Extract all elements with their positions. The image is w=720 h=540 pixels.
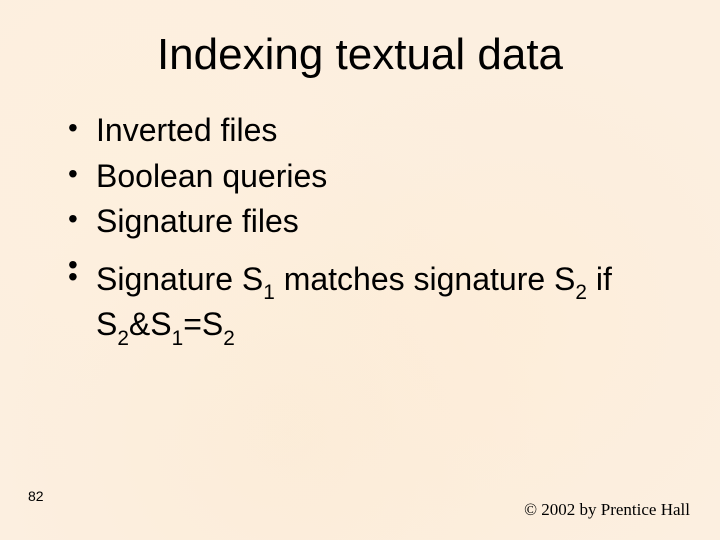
subscript: 1 <box>172 327 184 350</box>
bullet-item: Boolean queries <box>60 156 670 198</box>
subscript: 2 <box>575 281 587 304</box>
page-number: 82 <box>28 488 44 504</box>
subscript: 2 <box>117 327 129 350</box>
slide: Indexing textual data Inverted files Boo… <box>0 0 720 540</box>
text-run: Signature S <box>96 261 263 297</box>
subscript: 1 <box>263 281 275 304</box>
spacer <box>60 247 670 255</box>
bullet-item: Signature S1 matches signature S2 if S2&… <box>60 259 670 350</box>
text-run: matches signature S <box>275 261 576 297</box>
text-run: &S <box>129 306 172 342</box>
copyright: © 2002 by Prentice Hall <box>524 500 690 520</box>
subscript: 2 <box>223 327 235 350</box>
slide-title: Indexing textual data <box>50 30 670 80</box>
bullet-item: Signature files <box>60 201 670 243</box>
bullet-item: Inverted files <box>60 110 670 152</box>
text-run: =S <box>183 306 223 342</box>
bullet-list: Inverted files Boolean queries Signature… <box>60 110 670 350</box>
